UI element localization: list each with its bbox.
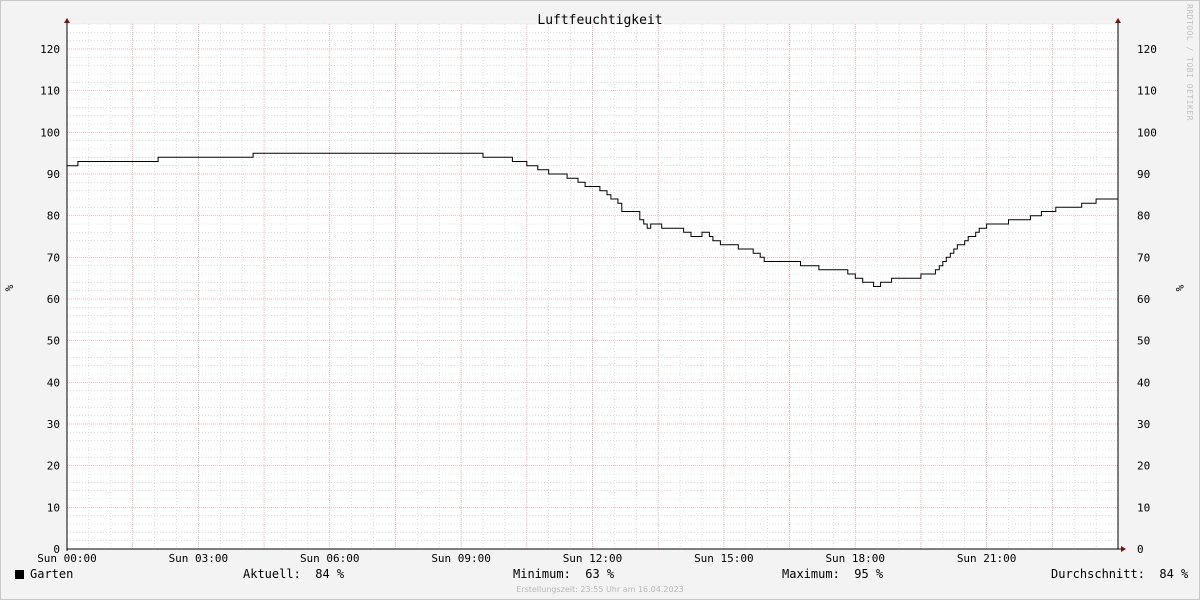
y-tick-label-right: 0 xyxy=(1137,543,1144,556)
y-tick-label-left: 110 xyxy=(40,85,60,98)
y-axis-arrow-right xyxy=(1115,18,1121,23)
y-tick-label-left: 80 xyxy=(47,210,60,223)
x-tick-label: Sun 15:00 xyxy=(694,552,754,565)
x-tick-label: Sun 21:00 xyxy=(957,552,1017,565)
y-tick-label-left: 30 xyxy=(47,418,60,431)
y-tick-label-right: 50 xyxy=(1137,335,1150,348)
y-axis-label-left: % xyxy=(3,284,16,291)
x-tick-label: Sun 03:00 xyxy=(169,552,229,565)
y-tick-label-right: 90 xyxy=(1137,168,1150,181)
y-tick-label-left: 20 xyxy=(47,460,60,473)
x-tick-label: Sun 09:00 xyxy=(431,552,491,565)
y-tick-label-left: 70 xyxy=(47,251,60,264)
x-tick-label: Sun 18:00 xyxy=(825,552,885,565)
watermark: RRDTOOL / TOBI OETIKER xyxy=(1185,4,1194,121)
y-tick-label-left: 90 xyxy=(47,168,60,181)
x-tick-label: Sun 06:00 xyxy=(300,552,360,565)
legend-swatch xyxy=(15,570,24,579)
y-tick-label-left: 120 xyxy=(40,43,60,56)
legend-current: Aktuell: 84 % xyxy=(243,567,345,581)
y-tick-label-right: 40 xyxy=(1137,376,1150,389)
y-axis-label-right: % xyxy=(1173,285,1186,292)
legend-maximum: Maximum: 95 % xyxy=(782,567,884,581)
legend-average: Durchschnitt: 84 % xyxy=(1051,567,1189,581)
y-tick-label-right: 10 xyxy=(1137,501,1150,514)
y-axis-arrow-left xyxy=(64,18,70,23)
creation-time: Erstellungszeit: 23:55 Uhr am 16.04.2023 xyxy=(516,585,684,594)
chart-title: Luftfeuchtigkeit xyxy=(537,13,662,28)
y-tick-label-left: 60 xyxy=(47,293,60,306)
y-tick-label-right: 60 xyxy=(1137,293,1150,306)
y-tick-label-left: 100 xyxy=(40,126,60,139)
y-tick-label-left: 40 xyxy=(47,376,60,389)
y-tick-label-right: 100 xyxy=(1137,126,1157,139)
y-tick-label-right: 70 xyxy=(1137,251,1150,264)
y-tick-label-right: 80 xyxy=(1137,210,1150,223)
y-tick-label-left: 50 xyxy=(47,335,60,348)
y-tick-label-right: 30 xyxy=(1137,418,1150,431)
y-tick-label-right: 110 xyxy=(1137,85,1157,98)
x-axis-arrow xyxy=(1121,546,1126,552)
y-tick-label-right: 120 xyxy=(1137,43,1157,56)
y-tick-label-right: 20 xyxy=(1137,460,1150,473)
chart-canvas: 0 010 1020 2030 3040 4050 5060 6070 7080 8090 9010… xyxy=(3,13,1186,565)
legend-series-name: Garten xyxy=(30,567,74,581)
x-tick-label: Sun 00:00 xyxy=(37,552,97,565)
y-tick-label-left: 10 xyxy=(47,501,60,514)
x-tick-label: Sun 12:00 xyxy=(563,552,623,565)
legend-minimum: Minimum: 63 % xyxy=(513,567,615,581)
